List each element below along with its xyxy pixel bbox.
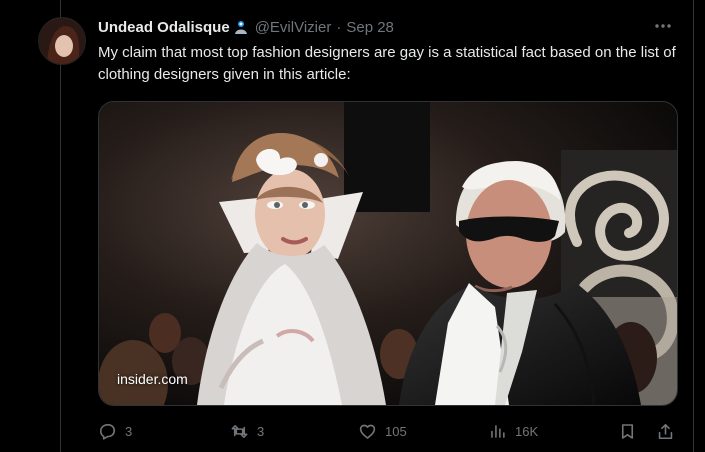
separator-dot: · xyxy=(336,18,342,36)
share-button[interactable] xyxy=(656,420,683,442)
retweet-count: 3 xyxy=(257,423,265,439)
retweet-icon xyxy=(231,424,248,438)
reply-button[interactable]: 3 xyxy=(98,420,132,442)
thread-border-right xyxy=(693,0,694,452)
tweet-media[interactable]: insider.com xyxy=(98,101,678,406)
tweet-text: My claim that most top fashion designers… xyxy=(98,44,676,83)
bookmark-button[interactable] xyxy=(618,420,645,442)
views-button[interactable]: 16K xyxy=(488,420,538,442)
affiliate-badge-icon xyxy=(234,21,247,34)
tweet-date[interactable]: Sep 28 xyxy=(346,19,394,36)
share-icon xyxy=(658,423,673,439)
retweet-button[interactable]: 3 xyxy=(230,420,264,442)
tweet-actions: 3 3 105 16K xyxy=(98,420,688,442)
tweet-header: Undead Odalisque @EvilVizier · Sep 28 xyxy=(98,16,394,38)
avatar[interactable] xyxy=(38,17,86,65)
bookmark-icon xyxy=(621,423,634,439)
runway-photo xyxy=(99,102,677,405)
display-name[interactable]: Undead Odalisque xyxy=(98,19,230,36)
reply-icon xyxy=(99,423,116,440)
heart-icon xyxy=(359,424,376,439)
thread-border-left xyxy=(60,0,61,452)
user-handle[interactable]: @EvilVizier xyxy=(255,19,332,36)
like-count: 105 xyxy=(385,423,407,439)
more-options-icon[interactable] xyxy=(650,18,676,34)
media-source-label: insider.com xyxy=(117,371,188,387)
like-button[interactable]: 105 xyxy=(358,420,407,442)
avatar-portrait xyxy=(39,18,85,64)
analytics-icon xyxy=(491,424,505,438)
view-count: 16K xyxy=(515,423,539,439)
reply-count: 3 xyxy=(125,423,133,439)
